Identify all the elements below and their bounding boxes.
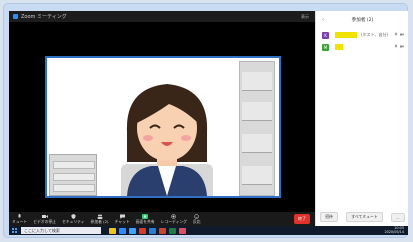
thumbnail-bar — [53, 184, 95, 192]
participant-avatar: K — [322, 31, 329, 39]
record-button[interactable]: レコーディング — [158, 212, 190, 226]
meeting-toolbar: ミュート ビデオの停止 セキュリティ 参加者 (2) チャット 画面を共有 レコ… — [9, 212, 315, 226]
gallery-tile — [242, 134, 272, 153]
word-icon[interactable] — [149, 227, 156, 234]
desktop-screen: Zoom ミーティング 表示 ミュート ビデオの停止 セキュリティ 参加者 (2… — [9, 11, 408, 235]
meeting-video-area — [9, 22, 315, 216]
reaction-label: 反応 — [192, 219, 201, 225]
gallery-strip — [239, 61, 275, 196]
security-button[interactable]: セキュリティ — [59, 212, 88, 226]
microphone-icon — [394, 32, 398, 36]
file-explorer-icon[interactable] — [109, 227, 116, 234]
participant-avatar: M — [322, 43, 329, 51]
monitor-frame: Zoom ミーティング 表示 ミュート ビデオの停止 セキュリティ 参加者 (2… — [3, 3, 408, 238]
window-titlebar: Zoom ミーティング 表示 — [9, 11, 315, 22]
excel-icon[interactable] — [169, 227, 176, 234]
invite-button[interactable]: 招待 — [320, 212, 338, 222]
windows-taskbar: ここに入力して検索 10:05 2020/05/14 — [9, 226, 408, 235]
record-label: レコーディング — [160, 219, 187, 225]
video-camera-icon — [400, 45, 404, 48]
share-screen-label: 画面を共有 — [135, 219, 155, 225]
zoom-app-icon — [13, 14, 18, 19]
gallery-tile — [242, 72, 272, 91]
mute-label: ミュート — [12, 219, 28, 225]
redacted-name — [335, 32, 357, 38]
window-title: Zoom ミーティング — [21, 14, 67, 20]
participants-panel-header: ‹ 参加者 (2) — [316, 11, 408, 29]
participant-role: (ホスト、自分) — [361, 32, 389, 37]
participants-label: 参加者 (2) — [90, 219, 109, 225]
participant-row[interactable]: M — [316, 41, 408, 53]
windows-start-icon[interactable] — [12, 228, 17, 233]
stop-video-button[interactable]: ビデオの停止 — [30, 212, 59, 226]
reaction-button[interactable]: 反応 — [190, 212, 204, 226]
more-options-button[interactable]: ... — [391, 212, 405, 222]
participant-status-icons — [394, 32, 404, 37]
participants-panel-title: 参加者 (2) — [351, 18, 374, 23]
thumbnail-bar — [53, 173, 95, 181]
app-icon[interactable] — [139, 227, 146, 234]
mute-button[interactable]: ミュート — [9, 212, 30, 226]
participant-status-icons — [394, 44, 404, 49]
participants-panel-footer: 招待 すべてミュート ... — [316, 212, 408, 222]
gallery-tile — [242, 166, 272, 185]
taskbar-apps — [109, 227, 186, 234]
powerpoint-icon[interactable] — [159, 227, 166, 234]
stop-video-label: ビデオの停止 — [33, 219, 56, 225]
participant-row[interactable]: K (ホスト、自分) — [316, 29, 408, 41]
security-label: セキュリティ — [61, 219, 85, 225]
chat-label: チャット — [114, 219, 130, 225]
end-meeting-button[interactable]: 終了 — [294, 214, 310, 224]
participants-panel: ‹ 参加者 (2) K (ホスト、自分) M 招待 すべてミュート ... — [315, 11, 408, 226]
taskbar-search-box[interactable]: ここに入力して検索 — [21, 227, 101, 234]
zoom-taskbar-icon[interactable] — [119, 227, 126, 234]
thumbnail-bar — [53, 161, 95, 169]
video-camera-icon — [400, 33, 404, 36]
view-button[interactable]: 表示 — [301, 14, 309, 20]
mute-all-button[interactable]: すべてミュート — [346, 212, 383, 222]
edge-browser-icon[interactable] — [129, 227, 136, 234]
clock-date: 2020/05/14 — [384, 229, 404, 234]
share-screen-button[interactable]: 画面を共有 — [133, 212, 158, 226]
chat-button[interactable]: チャット — [112, 212, 133, 226]
microphone-icon — [394, 44, 398, 48]
gallery-tile — [242, 102, 272, 121]
self-view-thumbnail[interactable] — [49, 154, 97, 196]
taskbar-clock[interactable]: 10:05 2020/05/14 — [384, 226, 404, 234]
collapse-panel-icon[interactable]: ‹ — [322, 17, 324, 23]
redacted-name — [335, 44, 343, 50]
participants-button[interactable]: 参加者 (2) — [88, 212, 112, 226]
app-icon[interactable] — [179, 227, 186, 234]
